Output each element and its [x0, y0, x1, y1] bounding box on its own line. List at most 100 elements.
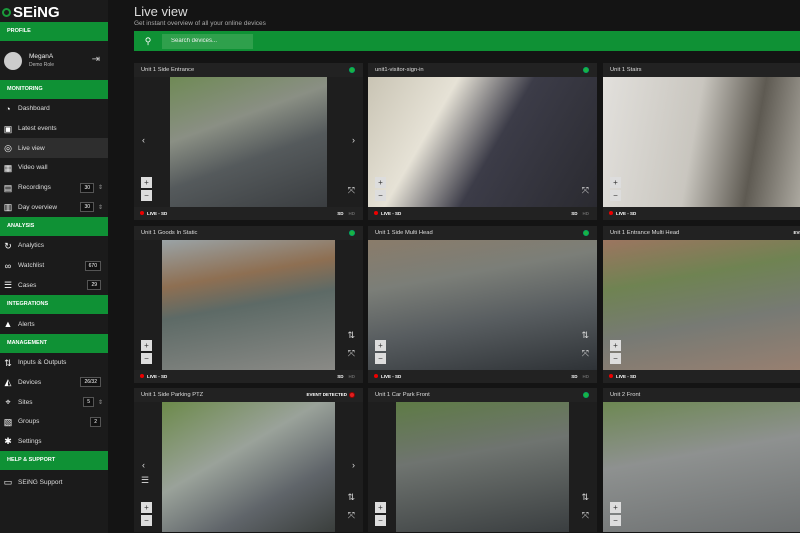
zoom-out-button[interactable]: −	[610, 190, 621, 201]
fullscreen-icon[interactable]: ⤧	[582, 348, 589, 359]
sidebar-item-dashboard[interactable]: ◔ Dashboard	[0, 99, 108, 119]
sidebar-item-sites[interactable]: ⌖ Sites 5 ⇕	[0, 392, 108, 412]
status-dot	[583, 392, 589, 398]
logout-icon[interactable]: ⇥	[92, 54, 100, 65]
next-icon[interactable]: ›	[352, 135, 355, 145]
fullscreen-icon[interactable]: ⤧	[348, 510, 355, 521]
sidebar: SEiNG Profile MeganA Demo Role ⇥ Monitori…	[0, 0, 108, 533]
label: Day overview	[18, 203, 58, 211]
fullscreen-icon[interactable]: ⤧	[582, 185, 589, 196]
sites-input[interactable]: 5	[83, 397, 94, 408]
zoom-out-button[interactable]: −	[610, 515, 621, 526]
sidebar-item-analytics[interactable]: ↻ Analytics	[0, 236, 108, 256]
recordings-stepper[interactable]: ⇕	[98, 184, 103, 191]
video-feed[interactable]: + − ⤧	[368, 77, 597, 207]
zoom-in-button[interactable]: +	[141, 177, 152, 188]
zoom-out-button[interactable]: −	[141, 515, 152, 526]
section-monitoring: Monitoring	[0, 80, 108, 99]
next-icon[interactable]: ›	[352, 460, 355, 470]
zoom-out-button[interactable]: −	[375, 190, 386, 201]
sidebar-item-watchlist[interactable]: ∞ Watchlist 670	[0, 256, 108, 276]
list-icon[interactable]: ☰	[141, 475, 149, 486]
video-feed[interactable]: +−⤧	[603, 240, 800, 370]
zoom-out-button[interactable]: −	[141, 190, 152, 201]
ptz-icon[interactable]: ⇅	[347, 330, 355, 341]
video-feed[interactable]: ‹ › ☰ + − ⇅ ⤧	[134, 402, 363, 532]
video-feed[interactable]: + − ⇅ ⤧	[368, 240, 597, 370]
fullscreen-icon[interactable]: ⤧	[348, 348, 355, 359]
search-icon[interactable]: ⚲	[134, 36, 162, 47]
ptz-icon[interactable]: ⇅	[581, 492, 589, 503]
camera-tile[interactable]: Unit 1 Side Multi Head + − ⇅ ⤧ LIVE - SD SD HD	[368, 226, 597, 383]
tile-header: Unit 2 Front	[603, 388, 800, 402]
prev-icon[interactable]: ‹	[142, 460, 145, 470]
sidebar-item-day-overview[interactable]: ▥ Day overview 30 ⇕	[0, 197, 108, 217]
camera-tile[interactable]: Unit 1 Stairs+−⤧LIVE - SDSDHD	[603, 63, 800, 220]
sidebar-item-alerts[interactable]: ▲ Alerts	[0, 314, 108, 334]
sidebar-item-support[interactable]: ▭ SEiNG Support	[0, 470, 108, 494]
video-feed[interactable]: + − ⇅ ⤧	[134, 240, 363, 370]
zoom-out-button[interactable]: −	[375, 353, 386, 364]
zoom-out-button[interactable]: −	[375, 515, 386, 526]
sd-button[interactable]: SD	[337, 211, 343, 216]
sidebar-item-cases[interactable]: ☰ Cases 29	[0, 276, 108, 296]
label: Watchlist	[18, 262, 45, 270]
camera-name: Unit 1 Car Park Front	[375, 392, 430, 398]
sd-button[interactable]: SD	[337, 374, 343, 379]
camera-tile[interactable]: Unit 1 Side Entrance ‹ › + − ⤧ LIVE - SD SD HD	[134, 63, 363, 220]
label: Sites	[18, 398, 33, 406]
day-overview-input[interactable]: 30	[80, 202, 94, 213]
hd-button[interactable]: HD	[349, 374, 356, 379]
prev-icon[interactable]: ‹	[142, 135, 145, 145]
fullscreen-icon[interactable]: ⤧	[348, 185, 355, 196]
zoom-in-button[interactable]: +	[375, 340, 386, 351]
sd-button[interactable]: SD	[571, 211, 577, 216]
camera-tile[interactable]: Unit 1 Goods In Static + − ⇅ ⤧ LIVE - SD SD HD	[134, 226, 363, 383]
zoom-in-button[interactable]: +	[375, 502, 386, 513]
sidebar-item-recordings[interactable]: ▤ Recordings 30 ⇕	[0, 178, 108, 198]
sidebar-item-latest-events[interactable]: ▣ Latest events	[0, 119, 108, 139]
sidebar-item-settings[interactable]: ✱ Settings	[0, 432, 108, 452]
sidebar-item-groups[interactable]: ▧ Groups 2	[0, 412, 108, 432]
logo[interactable]: SEiNG	[0, 0, 108, 22]
zoom-in-button[interactable]: +	[141, 340, 152, 351]
sd-button[interactable]: SD	[571, 374, 577, 379]
status-dot	[583, 67, 589, 73]
video-feed[interactable]: +−⤧	[603, 77, 800, 207]
zoom-in-button[interactable]: +	[375, 177, 386, 188]
zoom-out-button[interactable]: −	[141, 353, 152, 364]
zoom-in-button[interactable]: +	[610, 340, 621, 351]
sidebar-item-inputs-outputs[interactable]: ⇅ Inputs & Outputs	[0, 353, 108, 373]
video-feed[interactable]: ‹ › + − ⤧	[134, 77, 363, 207]
ptz-icon[interactable]: ⇅	[347, 492, 355, 503]
hd-button[interactable]: HD	[583, 374, 590, 379]
zoom-in-button[interactable]: +	[141, 502, 152, 513]
sidebar-item-video-wall[interactable]: ▦ Video wall	[0, 158, 108, 178]
sites-stepper[interactable]: ⇕	[98, 399, 103, 406]
search-input[interactable]	[162, 33, 253, 49]
hd-button[interactable]: HD	[583, 211, 590, 216]
camera-tile[interactable]: Unit 1 Side Parking PTZ EVENT DETECTED ‹ › ☰…	[134, 388, 363, 532]
sidebar-item-devices[interactable]: ◭ Devices 26/32	[0, 373, 108, 393]
camera-tile[interactable]: Unit 1 Entrance Multi HeadEVENT DE+−⤧LIV…	[603, 226, 800, 383]
camera-tile[interactable]: Unit 2 Front+−⤧	[603, 388, 800, 532]
hd-button[interactable]: HD	[349, 211, 356, 216]
fullscreen-icon[interactable]: ⤧	[582, 510, 589, 521]
camera-name: Unit 1 Stairs	[610, 67, 642, 73]
event-detected-label: EVENT DETECTED	[306, 392, 347, 397]
video-feed[interactable]: +−⤧	[603, 402, 800, 532]
zoom-in-button[interactable]: +	[610, 502, 621, 513]
video-feed[interactable]: + − ⇅ ⤧	[368, 402, 597, 532]
zoom-out-button[interactable]: −	[610, 353, 621, 364]
cases-count: 29	[87, 280, 101, 291]
ptz-icon[interactable]: ⇅	[581, 330, 589, 341]
section-integrations: Integrations	[0, 295, 108, 315]
sidebar-item-live-view[interactable]: ◎ Live view	[0, 138, 108, 159]
label: Cases	[18, 281, 37, 289]
zoom-in-button[interactable]: +	[610, 177, 621, 188]
camera-tile[interactable]: Unit 1 Car Park Front + − ⇅ ⤧	[368, 388, 597, 532]
avatar[interactable]	[4, 51, 22, 70]
recordings-input[interactable]: 30	[80, 182, 94, 193]
camera-tile[interactable]: unit1-visitor-sign-in + − ⤧ LIVE - SD SD HD	[368, 63, 597, 220]
day-overview-stepper[interactable]: ⇕	[98, 204, 103, 211]
